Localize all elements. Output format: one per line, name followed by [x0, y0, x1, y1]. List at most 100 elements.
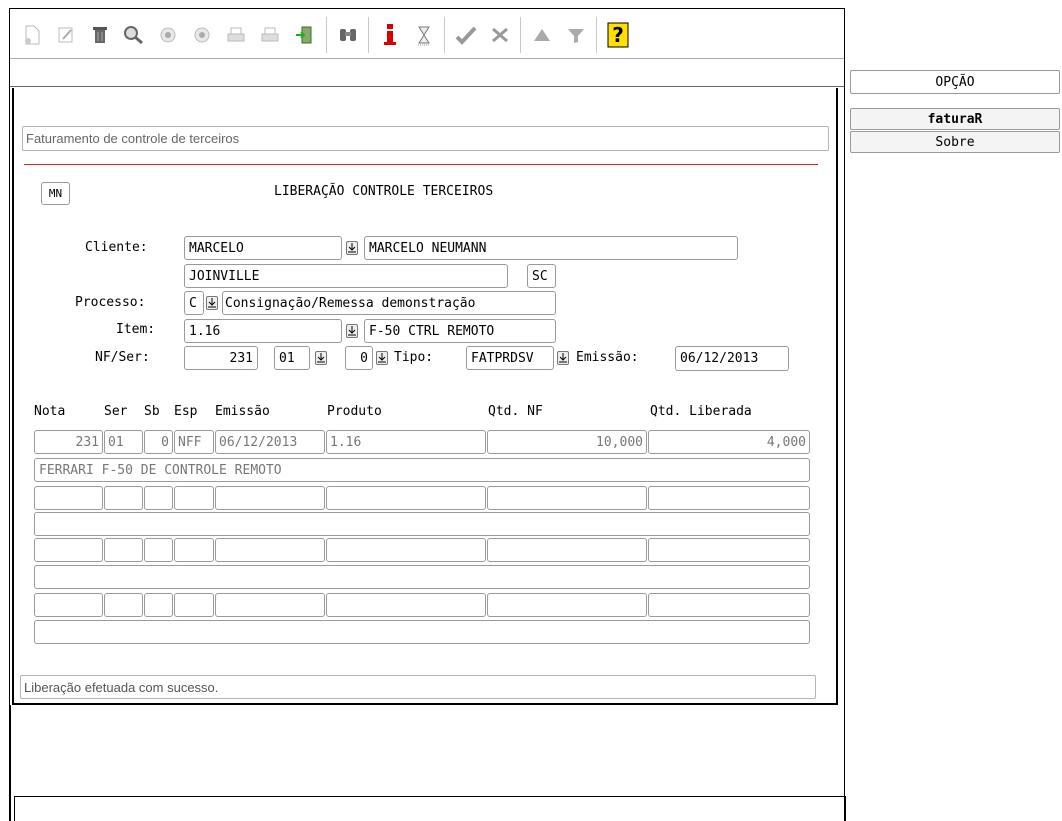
empty-cell[interactable] — [144, 538, 173, 562]
print-preview-icon[interactable] — [256, 19, 284, 51]
grid-header-nota: Nota — [34, 404, 66, 419]
empty-cell[interactable] — [487, 538, 647, 562]
cell-produto[interactable]: 1.16 — [326, 430, 486, 454]
empty-cell[interactable] — [104, 538, 143, 562]
uf-field[interactable]: SC — [527, 264, 556, 288]
serie-dropdown-icon[interactable] — [315, 351, 327, 365]
hourglass-icon[interactable] — [410, 19, 438, 51]
grid-header-ser: Ser — [104, 404, 128, 419]
empty-cell[interactable] — [487, 593, 647, 617]
trash-icon[interactable] — [86, 19, 114, 51]
empty-cell[interactable] — [34, 538, 103, 562]
exit-icon[interactable] — [290, 19, 318, 51]
empty-cell[interactable] — [215, 538, 325, 562]
panel-top-line — [10, 86, 844, 87]
grid-header-sb: Sb — [144, 404, 160, 419]
empty-cell[interactable] — [104, 486, 143, 510]
check-icon[interactable] — [452, 19, 480, 51]
emissao-label: Emissão: — [576, 350, 639, 365]
cidade-field[interactable]: JOINVILLE — [184, 264, 508, 288]
table-row[interactable] — [34, 593, 810, 617]
emissao-field[interactable]: 06/12/2013 — [675, 346, 789, 371]
grid-header-qtd-liberada: Qtd. Liberada — [650, 404, 752, 419]
empty-cell[interactable] — [174, 593, 214, 617]
grid-header-emissao: Emissão — [215, 404, 270, 419]
sb-field[interactable]: 0 — [345, 346, 373, 370]
svg-text:?: ? — [612, 23, 624, 47]
empty-cell[interactable] — [326, 538, 486, 562]
toolbar-separator — [326, 17, 327, 53]
info-icon[interactable] — [376, 19, 404, 51]
empty-cell[interactable] — [34, 486, 103, 510]
processo-dropdown-icon[interactable] — [206, 296, 218, 310]
filter-icon[interactable] — [562, 19, 590, 51]
cell-qtd-liberada[interactable]: 4,000 — [648, 430, 810, 454]
cliente-dropdown-icon[interactable] — [346, 241, 358, 255]
edit-icon[interactable] — [52, 19, 80, 51]
cell-ser[interactable]: 01 — [104, 430, 143, 454]
empty-cell[interactable] — [648, 486, 810, 510]
table-row[interactable]: 231 01 0 NFF 06/12/2013 1.16 10,000 4,00… — [34, 430, 810, 454]
cell-sb[interactable]: 0 — [144, 430, 173, 454]
help-icon[interactable]: ? — [604, 19, 632, 51]
row-description[interactable] — [34, 512, 810, 536]
triangle-up-icon[interactable] — [528, 19, 556, 51]
tipo-label: Tipo: — [394, 350, 434, 365]
search-icon[interactable] — [120, 19, 148, 51]
nf-field[interactable]: 231 — [184, 346, 258, 370]
empty-cell[interactable] — [174, 486, 214, 510]
table-row[interactable] — [34, 486, 810, 510]
empty-cell[interactable] — [215, 486, 325, 510]
grid-header-qtd-nf: Qtd. NF — [488, 404, 543, 419]
row-description[interactable] — [34, 565, 810, 589]
toolbar: ? — [10, 9, 844, 59]
processo-desc-field[interactable]: Consignação/Remessa demonstração — [222, 291, 556, 315]
cell-emissao[interactable]: 06/12/2013 — [215, 430, 325, 454]
table-row[interactable] — [34, 538, 810, 562]
empty-cell[interactable] — [326, 486, 486, 510]
menu-item-faturar[interactable]: faturaR — [850, 108, 1060, 130]
empty-cell[interactable] — [34, 593, 103, 617]
cell-qtd-nf[interactable]: 10,000 — [487, 430, 647, 454]
item-dropdown-icon[interactable] — [346, 324, 358, 338]
status-message: Liberação efetuada com sucesso. — [20, 675, 816, 699]
prev-icon[interactable] — [154, 19, 182, 51]
processo-label: Processo: — [75, 295, 146, 310]
empty-cell[interactable] — [487, 486, 647, 510]
toolbar-separator — [444, 17, 445, 53]
item-code-field[interactable]: 1.16 — [184, 319, 342, 343]
cliente-code-field[interactable]: MARCELO — [184, 236, 342, 260]
cell-nota[interactable]: 231 — [34, 430, 103, 454]
empty-cell[interactable] — [144, 486, 173, 510]
form-description: Faturamento de controle de terceiros — [22, 126, 829, 151]
empty-cell[interactable] — [104, 593, 143, 617]
form-title: LIBERAÇÃO CONTROLE TERCEIROS — [274, 184, 494, 199]
empty-cell[interactable] — [215, 593, 325, 617]
print-icon[interactable] — [222, 19, 250, 51]
row-description[interactable]: FERRARI F-50 DE CONTROLE REMOTO — [34, 458, 810, 482]
binoculars-icon[interactable] — [334, 19, 362, 51]
empty-cell[interactable] — [648, 538, 810, 562]
row-description[interactable] — [34, 620, 810, 644]
processo-code-field[interactable]: C — [184, 291, 204, 315]
mn-button[interactable]: MN — [41, 182, 70, 205]
sb-dropdown-icon[interactable] — [376, 351, 388, 365]
panel-border — [12, 88, 14, 704]
empty-cell[interactable] — [648, 593, 810, 617]
toolbar-separator — [520, 17, 521, 53]
new-doc-icon[interactable] — [18, 19, 46, 51]
tipo-field[interactable]: FATPRDSV — [466, 346, 554, 370]
tipo-dropdown-icon[interactable] — [557, 351, 569, 365]
serie-field[interactable]: 01 — [274, 346, 310, 370]
nfser-label: NF/Ser: — [95, 350, 150, 365]
empty-cell[interactable] — [174, 538, 214, 562]
panel-border — [836, 88, 838, 704]
cancel-icon[interactable] — [486, 19, 514, 51]
cliente-name-field[interactable]: MARCELO NEUMANN — [364, 236, 738, 260]
empty-cell[interactable] — [144, 593, 173, 617]
cell-esp[interactable]: NFF — [174, 430, 214, 454]
menu-item-sobre[interactable]: Sobre — [850, 131, 1060, 153]
empty-cell[interactable] — [326, 593, 486, 617]
next-icon[interactable] — [188, 19, 216, 51]
item-desc-field[interactable]: F-50 CTRL REMOTO — [364, 319, 556, 343]
